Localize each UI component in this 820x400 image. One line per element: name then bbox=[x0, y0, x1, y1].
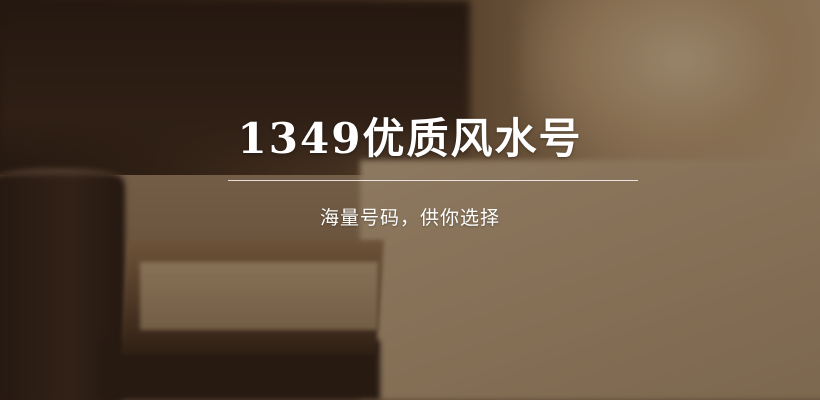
hero-banner: 1349优质风水号 海量号码，供你选择 bbox=[0, 0, 820, 400]
banner-title: 1349优质风水号 bbox=[237, 114, 583, 163]
banner-content: 1349优质风水号 海量号码，供你选择 bbox=[0, 0, 820, 400]
banner-subtitle: 海量号码，供你选择 bbox=[319, 207, 500, 229]
title-divider bbox=[228, 180, 638, 181]
